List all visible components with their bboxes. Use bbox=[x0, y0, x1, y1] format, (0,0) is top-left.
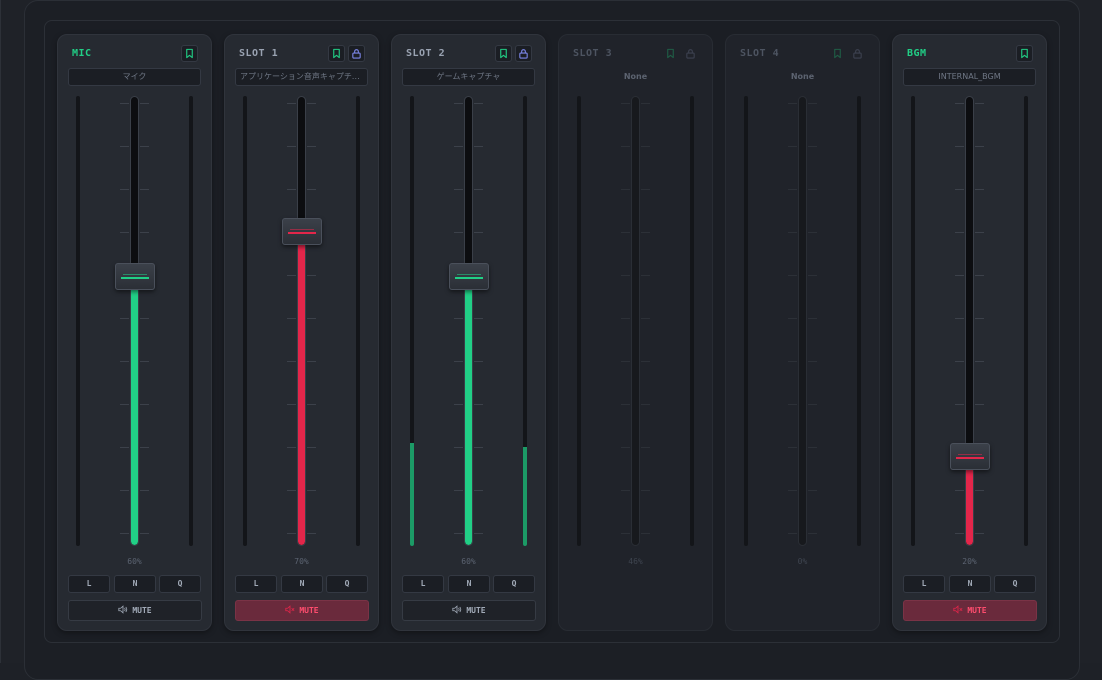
level-meter-right bbox=[690, 96, 694, 546]
fader-track[interactable] bbox=[464, 96, 473, 546]
source-select[interactable]: アプリケーション音声キャプチャ... bbox=[235, 68, 368, 86]
fader-track[interactable] bbox=[130, 96, 139, 546]
level-percent: 46% bbox=[628, 557, 643, 566]
eq-button-q[interactable]: Q bbox=[493, 575, 535, 593]
bookmark-icon[interactable] bbox=[181, 45, 198, 62]
level-percent: 60% bbox=[127, 557, 142, 566]
level-meter-right bbox=[857, 96, 861, 546]
level-meter-right bbox=[523, 96, 527, 546]
channel-name: MIC bbox=[72, 48, 92, 59]
lock-icon[interactable] bbox=[682, 45, 699, 62]
channel-name: BGM bbox=[907, 48, 927, 59]
channel-strip-slot2: SLOT 2 ゲームキャプチャ 60% L N Q MUTE bbox=[391, 34, 546, 631]
level-meter-right bbox=[189, 96, 193, 546]
bookmark-icon[interactable] bbox=[328, 45, 345, 62]
mute-label: MUTE bbox=[132, 606, 152, 615]
level-percent: 20% bbox=[962, 557, 977, 566]
source-select: None bbox=[623, 72, 648, 81]
level-meter-right bbox=[1024, 96, 1028, 546]
fader-handle[interactable] bbox=[449, 262, 489, 290]
source-select[interactable]: マイク bbox=[68, 68, 201, 86]
channel-strip-slot3: SLOT 3 None 46% bbox=[558, 34, 713, 631]
level-percent: 70% bbox=[294, 557, 309, 566]
fader-track bbox=[631, 96, 640, 546]
speaker-icon bbox=[452, 605, 462, 616]
eq-button-q[interactable]: Q bbox=[326, 575, 368, 593]
channel-name: SLOT 2 bbox=[406, 48, 446, 59]
mute-label: MUTE bbox=[299, 606, 319, 615]
fader-handle[interactable] bbox=[282, 217, 322, 245]
channel-strip-mic: MIC マイク 60% L N Q MUTE bbox=[57, 34, 212, 631]
eq-button-n[interactable]: N bbox=[949, 575, 991, 593]
level-meter-right bbox=[356, 96, 360, 546]
mute-label: MUTE bbox=[466, 606, 486, 615]
eq-button-l[interactable]: L bbox=[68, 575, 110, 593]
channel-name: SLOT 3 bbox=[573, 48, 613, 59]
speaker-icon bbox=[118, 605, 128, 616]
mute-button[interactable]: MUTE bbox=[68, 600, 202, 621]
eq-button-n[interactable]: N bbox=[114, 575, 156, 593]
eq-button-q[interactable]: Q bbox=[159, 575, 201, 593]
lock-icon[interactable] bbox=[849, 45, 866, 62]
level-meter-left bbox=[577, 96, 581, 546]
channel-strip-slot4: SLOT 4 None 0% bbox=[725, 34, 880, 631]
fader-handle[interactable] bbox=[115, 262, 155, 290]
level-meter-left bbox=[744, 96, 748, 546]
source-select: None bbox=[790, 72, 815, 81]
level-meter-left bbox=[911, 96, 915, 546]
bookmark-icon[interactable] bbox=[1016, 45, 1033, 62]
fader-track bbox=[798, 96, 807, 546]
bookmark-icon[interactable] bbox=[829, 45, 846, 62]
lock-icon[interactable] bbox=[348, 45, 365, 62]
level-meter-left bbox=[243, 96, 247, 546]
mute-button[interactable]: MUTE bbox=[402, 600, 536, 621]
mute-label: MUTE bbox=[967, 606, 987, 615]
channel-name: SLOT 4 bbox=[740, 48, 780, 59]
level-percent: 0% bbox=[797, 557, 808, 566]
source-select[interactable]: ゲームキャプチャ bbox=[402, 68, 535, 86]
eq-button-n[interactable]: N bbox=[281, 575, 323, 593]
level-meter-left bbox=[410, 96, 414, 546]
eq-button-l[interactable]: L bbox=[235, 575, 277, 593]
mixer-window: MIC マイク 60% L N Q MUTE SLOT 1 アプリケーション音声キャプチャ...… bbox=[0, 0, 1102, 680]
fader-track[interactable] bbox=[297, 96, 306, 546]
level-meter-left bbox=[76, 96, 80, 546]
source-select[interactable]: INTERNAL_BGM bbox=[903, 68, 1036, 86]
fader-track[interactable] bbox=[965, 96, 974, 546]
speaker-muted-icon bbox=[953, 605, 963, 616]
bookmark-icon[interactable] bbox=[662, 45, 679, 62]
channel-name: SLOT 1 bbox=[239, 48, 279, 59]
level-percent: 60% bbox=[461, 557, 476, 566]
fader-handle[interactable] bbox=[950, 442, 990, 470]
mute-button[interactable]: MUTE bbox=[903, 600, 1037, 621]
bookmark-icon[interactable] bbox=[495, 45, 512, 62]
eq-button-l[interactable]: L bbox=[402, 575, 444, 593]
mute-button[interactable]: MUTE bbox=[235, 600, 369, 621]
eq-button-l[interactable]: L bbox=[903, 575, 945, 593]
channel-strip-bgm: BGM INTERNAL_BGM 20% L N Q MUTE bbox=[892, 34, 1047, 631]
lock-icon[interactable] bbox=[515, 45, 532, 62]
speaker-muted-icon bbox=[285, 605, 295, 616]
channel-strip-slot1: SLOT 1 アプリケーション音声キャプチャ... 70% L N Q MUTE bbox=[224, 34, 379, 631]
eq-button-n[interactable]: N bbox=[448, 575, 490, 593]
eq-button-q[interactable]: Q bbox=[994, 575, 1036, 593]
